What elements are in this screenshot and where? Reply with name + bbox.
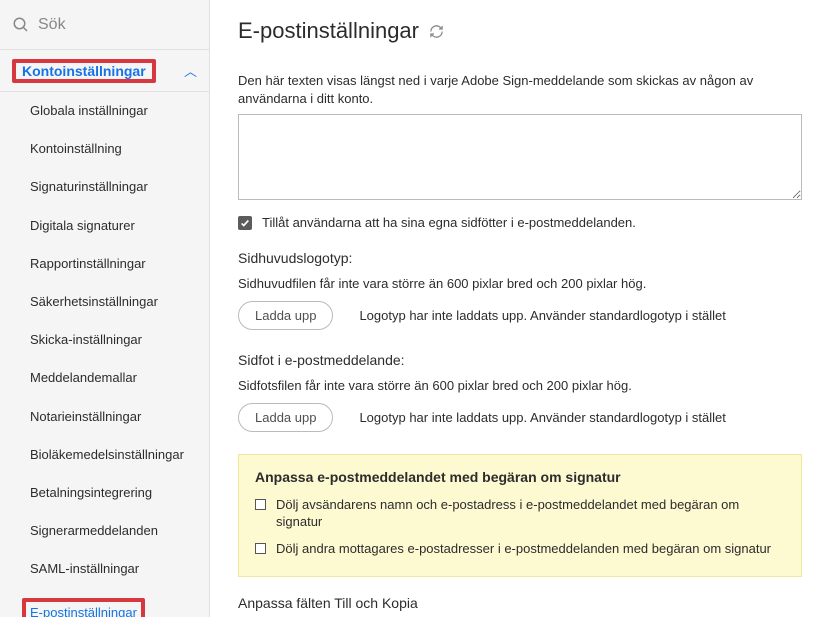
search-row — [0, 0, 209, 50]
sidebar: Kontoinställningar ︿ Globala inställning… — [0, 0, 210, 617]
sidebar-section-header[interactable]: Kontoinställningar ︿ — [0, 50, 209, 92]
allow-own-footer-label: Tillåt användarna att ha sina egna sidfö… — [262, 215, 636, 230]
checkbox-unchecked-icon[interactable] — [255, 543, 266, 554]
hide-sender-row[interactable]: Dölj avsändarens namn och e-postadress i… — [255, 497, 785, 531]
customize-panel-title: Anpassa e-postmeddelandet med begäran om… — [255, 469, 785, 485]
hide-sender-label: Dölj avsändarens namn och e-postadress i… — [276, 497, 785, 531]
footer-logo-status: Logotyp har inte laddats upp. Använder s… — [359, 410, 725, 425]
sidebar-item-biopharma-settings[interactable]: Bioläkemedelsinställningar — [0, 436, 209, 474]
sidebar-item-signer-messages[interactable]: Signerarmeddelanden — [0, 512, 209, 550]
sidebar-item-account-setup[interactable]: Kontoinställning — [0, 130, 209, 168]
header-logo-hint: Sidhuvudfilen får inte vara större än 60… — [238, 276, 802, 291]
sidebar-item-payment-integration[interactable]: Betalningsintegrering — [0, 474, 209, 512]
upload-header-logo-button[interactable]: Ladda upp — [238, 301, 333, 330]
sidebar-nav-list[interactable]: Globala inställningar Kontoinställning S… — [0, 92, 209, 617]
highlight-email-settings: E-postinställningar — [22, 598, 145, 617]
sidebar-item-signature-settings[interactable]: Signaturinställningar — [0, 168, 209, 206]
search-icon — [12, 16, 30, 34]
sidebar-item-send-settings[interactable]: Skicka-inställningar — [0, 321, 209, 359]
sidebar-item-security-settings[interactable]: Säkerhetsinställningar — [0, 283, 209, 321]
sidebar-item-saml-settings[interactable]: SAML-inställningar — [0, 550, 209, 588]
hide-recipients-row[interactable]: Dölj andra mottagares e-postadresser i e… — [255, 541, 785, 558]
footer-logo-upload-row: Ladda upp Logotyp har inte laddats upp. … — [238, 403, 802, 432]
sidebar-item-message-templates[interactable]: Meddelandemallar — [0, 359, 209, 397]
sidebar-item-notary-settings[interactable]: Notarieinställningar — [0, 398, 209, 436]
highlight-account-settings: Kontoinställningar — [12, 59, 156, 83]
header-logo-upload-row: Ladda upp Logotyp har inte laddats upp. … — [238, 301, 802, 330]
hide-recipients-label: Dölj andra mottagares e-postadresser i e… — [276, 541, 771, 558]
sidebar-item-report-settings[interactable]: Rapportinställningar — [0, 245, 209, 283]
sidebar-section-label: Kontoinställningar — [18, 61, 150, 81]
customize-signature-request-panel: Anpassa e-postmeddelandet med begäran om… — [238, 454, 802, 577]
upload-footer-logo-button[interactable]: Ladda upp — [238, 403, 333, 432]
sidebar-item-email-settings[interactable]: E-postinställningar — [0, 588, 209, 617]
to-cc-heading: Anpassa fälten Till och Kopia — [238, 595, 802, 611]
footer-text-description: Den här texten visas längst ned i varje … — [238, 72, 802, 108]
footer-logo-heading: Sidfot i e-postmeddelande: — [238, 352, 802, 368]
checkbox-checked-icon[interactable] — [238, 216, 252, 230]
allow-own-footer-row[interactable]: Tillåt användarna att ha sina egna sidfö… — [238, 215, 802, 230]
sidebar-item-digital-signatures[interactable]: Digitala signaturer — [0, 207, 209, 245]
main-content: E-postinställningar Den här texten visas… — [210, 0, 830, 617]
page-title-row: E-postinställningar — [238, 18, 802, 44]
header-logo-heading: Sidhuvudslogotyp: — [238, 250, 802, 266]
header-logo-status: Logotyp har inte laddats upp. Använder s… — [359, 308, 725, 323]
chevron-up-icon: ︿ — [184, 61, 197, 80]
sidebar-item-global-settings[interactable]: Globala inställningar — [0, 92, 209, 130]
footer-logo-hint: Sidfotsfilen får inte vara större än 600… — [238, 378, 802, 393]
refresh-icon[interactable] — [429, 24, 444, 39]
search-input[interactable] — [38, 16, 197, 34]
page-title: E-postinställningar — [238, 18, 419, 44]
footer-text-input[interactable] — [238, 114, 802, 200]
checkbox-unchecked-icon[interactable] — [255, 499, 266, 510]
